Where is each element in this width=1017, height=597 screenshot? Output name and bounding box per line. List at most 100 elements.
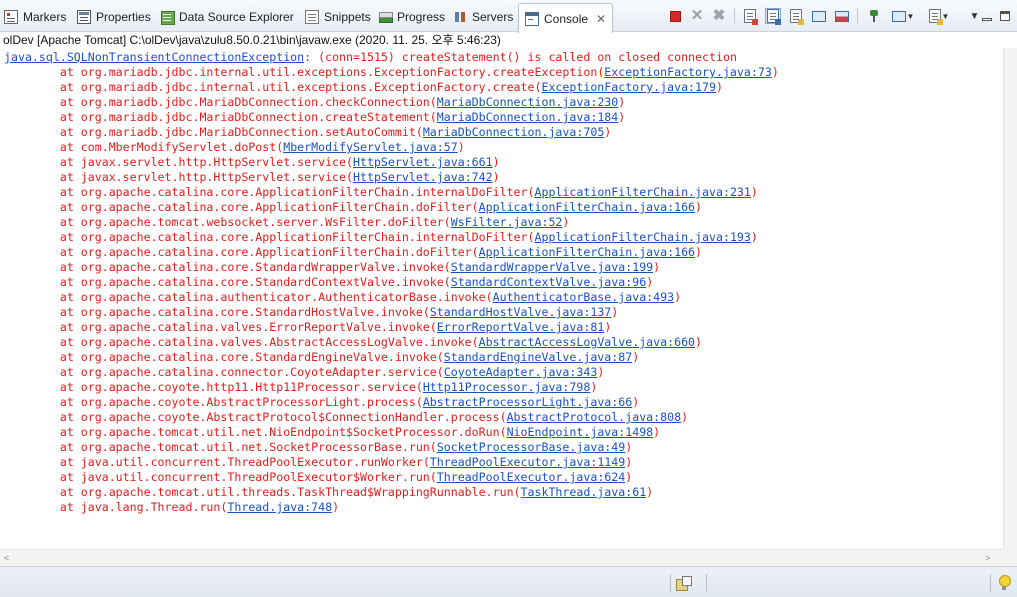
tab-console[interactable]: Console ✕ bbox=[518, 3, 614, 33]
paren: ) bbox=[604, 320, 612, 334]
stack-frame-source-link[interactable]: WsFilter.java:52 bbox=[451, 215, 563, 229]
stack-frame-source-link[interactable]: AbstractProcessorLight.java:66 bbox=[423, 395, 632, 409]
stack-frame-method: org.mariadb.jdbc.MariaDbConnection.setAu… bbox=[80, 125, 416, 139]
stack-frame-line: at org.apache.catalina.core.StandardHost… bbox=[4, 305, 618, 320]
open-console-icon[interactable]: ▼ bbox=[926, 8, 952, 25]
paren: ( bbox=[471, 335, 479, 349]
stack-frame-source-link[interactable]: MberModifyServlet.java:57 bbox=[283, 140, 458, 154]
tip-of-the-day-icon[interactable] bbox=[998, 575, 1011, 591]
paren: ) bbox=[695, 335, 703, 349]
stack-frame-source-link[interactable]: StandardEngineValve.java:87 bbox=[444, 350, 632, 364]
tab-properties[interactable]: Properties bbox=[77, 4, 151, 30]
remove-all-terminated-icon[interactable]: ✖ bbox=[711, 8, 727, 24]
stack-frame-source-link[interactable]: HttpServlet.java:742 bbox=[353, 170, 493, 184]
tab-snippets[interactable]: Snippets bbox=[305, 4, 371, 30]
tab-data-source-explorer[interactable]: Data Source Explorer bbox=[160, 4, 294, 30]
display-selected-console-icon[interactable]: ▼ bbox=[890, 8, 916, 24]
stack-frame-source-link[interactable]: AbstractAccessLogValve.java:660 bbox=[479, 335, 695, 349]
close-tab-icon[interactable]: ✕ bbox=[596, 12, 606, 26]
console-process-title: olDev [Apache Tomcat] C:\olDev\java\zulu… bbox=[3, 33, 501, 47]
stack-frame-prefix: at bbox=[4, 395, 81, 409]
scroll-right-icon[interactable]: > bbox=[985, 553, 990, 563]
tab-markers[interactable]: Markers bbox=[4, 4, 66, 30]
terminate-icon[interactable] bbox=[667, 8, 683, 24]
show-console-on-stderr-icon[interactable] bbox=[834, 8, 850, 24]
stack-frame-source-link[interactable]: ExceptionFactory.java:179 bbox=[541, 80, 716, 94]
show-console-on-stdout-icon[interactable] bbox=[811, 8, 827, 24]
stack-frame-source-link[interactable]: ExceptionFactory.java:73 bbox=[604, 65, 772, 79]
stack-frame-line: at org.mariadb.jdbc.MariaDbConnection.se… bbox=[4, 125, 611, 140]
paren: ) bbox=[457, 140, 465, 154]
stack-frame-line: at javax.servlet.http.HttpServlet.servic… bbox=[4, 170, 500, 185]
stack-frame-prefix: at bbox=[4, 320, 81, 334]
remove-launch-icon[interactable]: ✕ bbox=[689, 8, 705, 24]
stack-frame-prefix: at bbox=[4, 170, 81, 184]
stack-frame-source-link[interactable]: MariaDbConnection.java:184 bbox=[437, 110, 618, 124]
stack-frame-line: at org.apache.catalina.core.ApplicationF… bbox=[4, 230, 758, 245]
stack-frame-prefix: at bbox=[4, 65, 81, 79]
stack-frame-line: at org.apache.catalina.valves.ErrorRepor… bbox=[4, 320, 611, 335]
paren: ) bbox=[653, 425, 661, 439]
paren: ) bbox=[681, 410, 689, 424]
stack-frame-source-link[interactable]: Http11Processor.java:798 bbox=[423, 380, 591, 394]
word-wrap-icon[interactable] bbox=[788, 8, 804, 25]
stack-frame-source-link[interactable]: Thread.java:748 bbox=[227, 500, 332, 514]
stack-frame-method: java.util.concurrent.ThreadPoolExecutor$… bbox=[80, 470, 430, 484]
maximize-view-icon[interactable] bbox=[998, 8, 1012, 24]
paren: ) bbox=[646, 275, 654, 289]
tab-progress[interactable]: Progress bbox=[378, 4, 445, 30]
paren: ( bbox=[443, 260, 451, 274]
paren: ) bbox=[750, 230, 758, 244]
stack-frame-source-link[interactable]: MariaDbConnection.java:705 bbox=[423, 125, 604, 139]
paren: ( bbox=[436, 365, 444, 379]
stack-frame-source-link[interactable]: ApplicationFilterChain.java:166 bbox=[479, 245, 695, 259]
stack-frame-source-link[interactable]: ApplicationFilterChain.java:166 bbox=[479, 200, 695, 214]
tab-label: Markers bbox=[23, 10, 67, 24]
stack-frame-source-link[interactable]: StandardHostValve.java:137 bbox=[430, 305, 611, 319]
stack-frame-source-link[interactable]: StandardWrapperValve.java:199 bbox=[451, 260, 653, 274]
console-output[interactable]: java.sql.SQLNonTransientConnectionExcept… bbox=[0, 48, 1003, 549]
stack-frame-prefix: at bbox=[4, 470, 81, 484]
stack-frame-line: at org.apache.catalina.core.ApplicationF… bbox=[4, 185, 758, 200]
paren: ) bbox=[695, 200, 703, 214]
status-icon[interactable] bbox=[676, 576, 692, 591]
stack-frame-prefix: at bbox=[4, 110, 81, 124]
paren: ( bbox=[436, 350, 444, 364]
paren: ( bbox=[429, 440, 437, 454]
stack-frame-method: org.apache.catalina.valves.AbstractAcces… bbox=[80, 335, 472, 349]
stack-frame-method: org.apache.tomcat.util.net.NioEndpoint$S… bbox=[80, 425, 500, 439]
stack-frame-method: org.mariadb.jdbc.internal.util.exception… bbox=[80, 80, 535, 94]
pin-console-icon[interactable] bbox=[866, 8, 882, 24]
stack-frame-method: org.apache.catalina.core.ApplicationFilt… bbox=[80, 185, 528, 199]
scroll-left-icon[interactable]: < bbox=[4, 553, 9, 563]
stack-frame-source-link[interactable]: ThreadPoolExecutor.java:624 bbox=[437, 470, 625, 484]
tab-servers[interactable]: Servers bbox=[453, 4, 513, 30]
console-line-exception: java.sql.SQLNonTransientConnectionExcept… bbox=[4, 50, 737, 65]
stack-frame-line: at org.apache.catalina.core.ApplicationF… bbox=[4, 200, 702, 215]
paren: ) bbox=[597, 365, 605, 379]
paren: ( bbox=[499, 425, 507, 439]
vertical-scrollbar[interactable] bbox=[1003, 48, 1017, 549]
horizontal-scrollbar[interactable]: < > bbox=[0, 549, 1003, 566]
stack-frame-source-link[interactable]: ApplicationFilterChain.java:231 bbox=[535, 185, 751, 199]
paren: ) bbox=[771, 65, 779, 79]
paren: ( bbox=[429, 470, 437, 484]
stack-frame-source-link[interactable]: MariaDbConnection.java:230 bbox=[437, 95, 618, 109]
exception-class-link[interactable]: java.sql.SQLNonTransientConnectionExcept… bbox=[4, 50, 304, 64]
paren: ( bbox=[443, 275, 451, 289]
clear-console-icon[interactable] bbox=[742, 8, 758, 25]
stack-frame-source-link[interactable]: CoyoteAdapter.java:343 bbox=[444, 365, 598, 379]
stack-frame-source-link[interactable]: AbstractProtocol.java:808 bbox=[507, 410, 682, 424]
stack-frame-source-link[interactable]: AuthenticatorBase.java:493 bbox=[493, 290, 674, 304]
scroll-lock-icon[interactable] bbox=[765, 8, 781, 25]
stack-frame-prefix: at bbox=[4, 365, 81, 379]
stack-frame-source-link[interactable]: StandardContextValve.java:96 bbox=[451, 275, 646, 289]
stack-frame-source-link[interactable]: TaskThread.java:61 bbox=[521, 485, 647, 499]
minimize-view-icon[interactable] bbox=[980, 8, 994, 24]
stack-frame-source-link[interactable]: NioEndpoint.java:1498 bbox=[507, 425, 654, 439]
stack-frame-source-link[interactable]: ApplicationFilterChain.java:193 bbox=[535, 230, 751, 244]
stack-frame-source-link[interactable]: ThreadPoolExecutor.java:1149 bbox=[430, 455, 625, 469]
stack-frame-source-link[interactable]: HttpServlet.java:661 bbox=[353, 155, 493, 169]
stack-frame-source-link[interactable]: SocketProcessorBase.java:49 bbox=[437, 440, 625, 454]
stack-frame-source-link[interactable]: ErrorReportValve.java:81 bbox=[437, 320, 605, 334]
